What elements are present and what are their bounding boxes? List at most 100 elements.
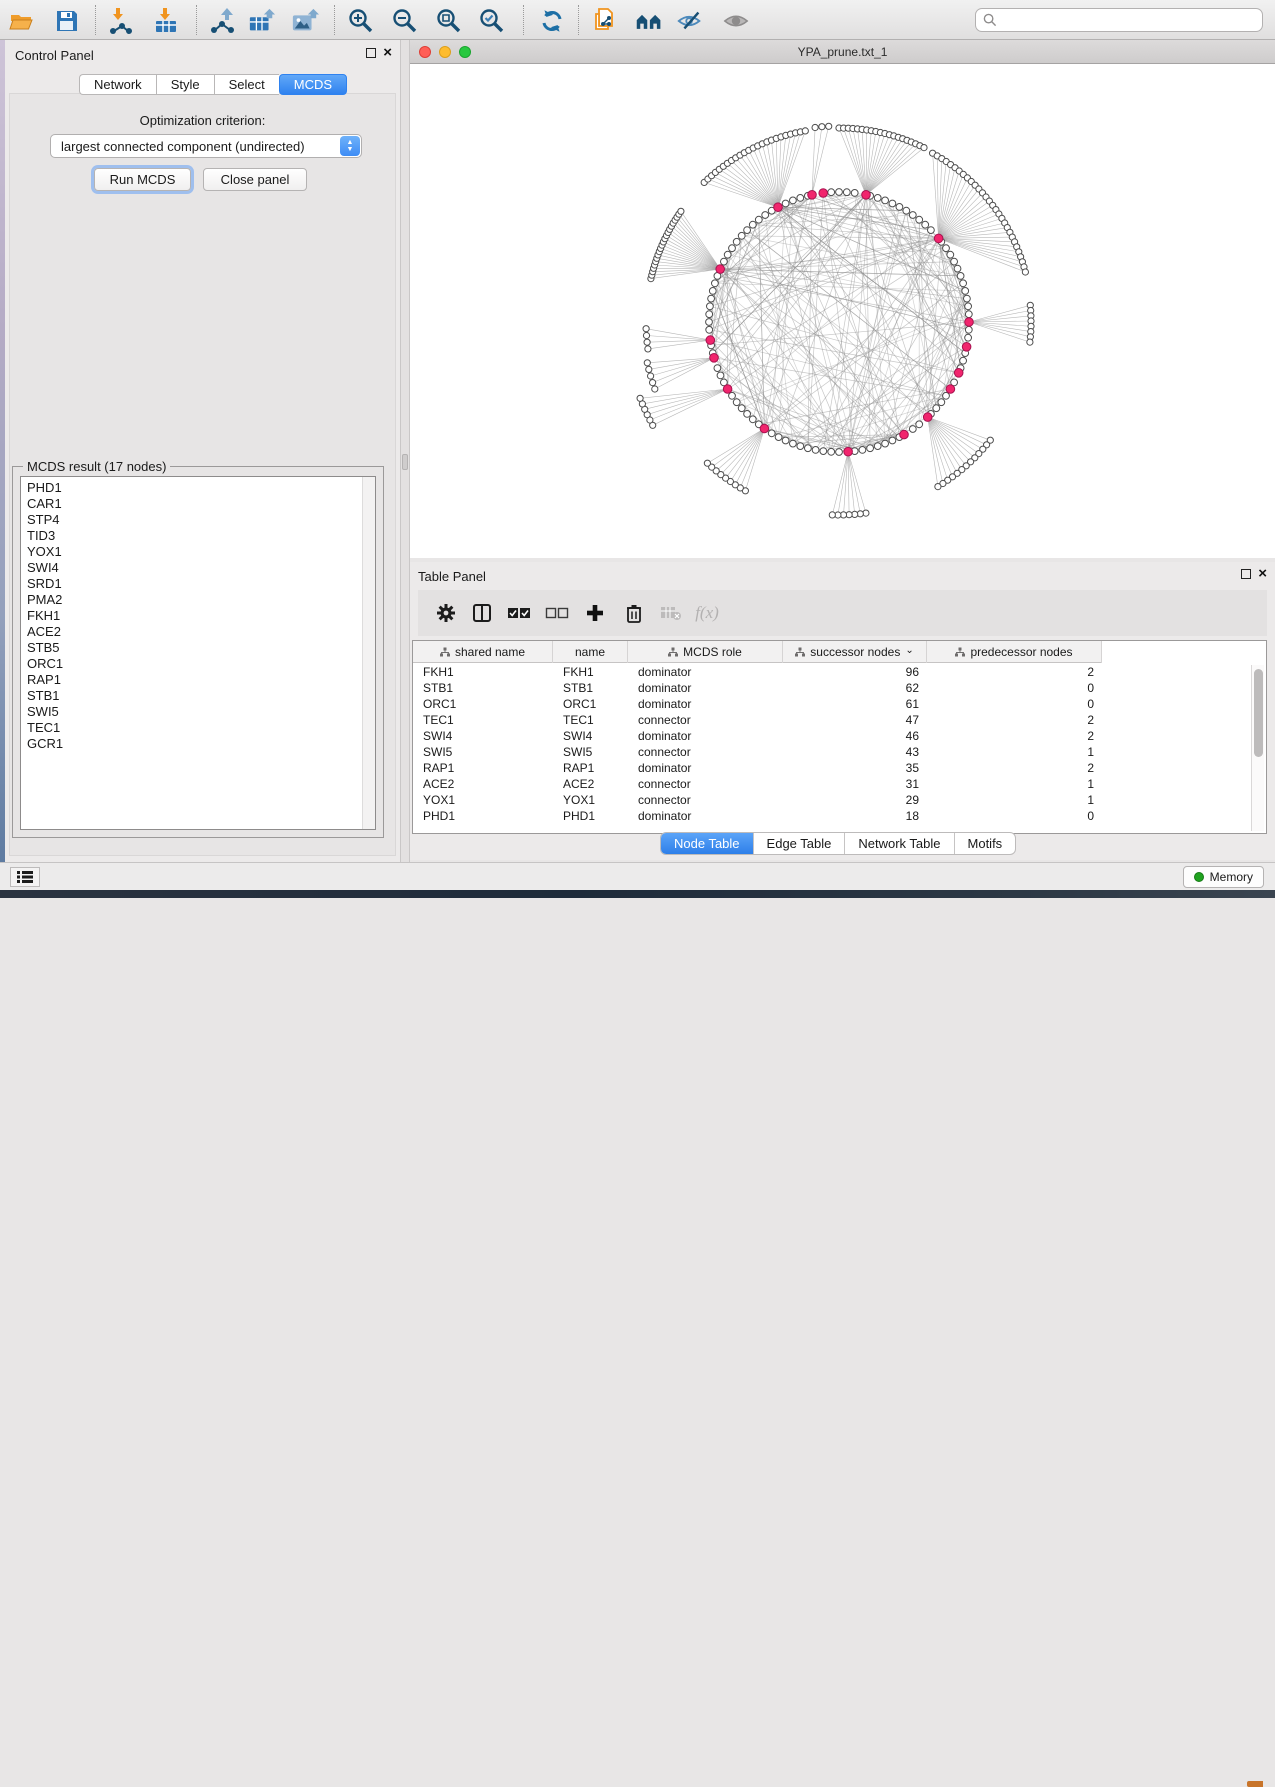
table-row[interactable]: SWI4SWI4dominator462 bbox=[413, 728, 1102, 744]
table-cell[interactable]: 31 bbox=[783, 776, 927, 792]
table-cell[interactable]: 61 bbox=[783, 696, 927, 712]
table-row[interactable]: SWI5SWI5connector431 bbox=[413, 744, 1102, 760]
table-cell[interactable]: PHD1 bbox=[413, 808, 553, 824]
delete-table-icon[interactable] bbox=[657, 599, 685, 627]
table-cell[interactable]: TEC1 bbox=[553, 712, 628, 728]
column-header-name[interactable]: name bbox=[553, 641, 628, 663]
tab-mcds[interactable]: MCDS bbox=[279, 74, 347, 95]
export-image-icon[interactable] bbox=[291, 7, 319, 35]
result-node-item[interactable]: FKH1 bbox=[27, 608, 63, 624]
table-row[interactable]: ACE2ACE2connector311 bbox=[413, 776, 1102, 792]
table-cell[interactable]: dominator bbox=[628, 696, 783, 712]
zoom-fit-icon[interactable] bbox=[435, 7, 463, 35]
splitter-handle-icon[interactable] bbox=[402, 454, 408, 470]
float-table-panel-icon[interactable] bbox=[1241, 569, 1251, 579]
result-node-item[interactable]: ACE2 bbox=[27, 624, 63, 640]
result-node-item[interactable]: TID3 bbox=[27, 528, 63, 544]
table-cell[interactable]: 62 bbox=[783, 680, 927, 696]
show-columns-icon[interactable] bbox=[468, 599, 496, 627]
table-cell[interactable]: 46 bbox=[783, 728, 927, 744]
tab-select[interactable]: Select bbox=[214, 74, 279, 95]
close-panel-icon[interactable]: × bbox=[383, 48, 392, 58]
table-cell[interactable]: FKH1 bbox=[553, 664, 628, 680]
tab-style[interactable]: Style bbox=[156, 74, 214, 95]
result-list-scrollbar[interactable] bbox=[362, 477, 375, 829]
deselect-all-checkboxes-icon[interactable] bbox=[543, 599, 571, 627]
table-cell[interactable]: RAP1 bbox=[413, 760, 553, 776]
table-cell[interactable]: connector bbox=[628, 744, 783, 760]
table-cell[interactable]: 35 bbox=[783, 760, 927, 776]
column-header-shared-name[interactable]: shared name bbox=[413, 641, 553, 663]
table-cell[interactable]: 96 bbox=[783, 664, 927, 680]
table-cell[interactable]: 2 bbox=[927, 712, 1102, 728]
add-column-icon[interactable] bbox=[581, 599, 609, 627]
refresh-view-icon[interactable] bbox=[538, 7, 566, 35]
table-scrollbar-thumb[interactable] bbox=[1254, 669, 1263, 757]
table-cell[interactable]: SWI4 bbox=[413, 728, 553, 744]
zoom-selected-icon[interactable] bbox=[478, 7, 506, 35]
result-node-item[interactable]: PHD1 bbox=[27, 480, 63, 496]
table-cell[interactable]: TEC1 bbox=[413, 712, 553, 728]
result-node-item[interactable]: YOX1 bbox=[27, 544, 63, 560]
result-node-item[interactable]: SWI4 bbox=[27, 560, 63, 576]
table-cell[interactable]: SWI4 bbox=[553, 728, 628, 744]
tab-network-table[interactable]: Network Table bbox=[845, 833, 954, 854]
show-all-icon[interactable] bbox=[722, 7, 750, 35]
table-cell[interactable]: SWI5 bbox=[413, 744, 553, 760]
function-builder-icon[interactable]: f(x) bbox=[693, 599, 721, 627]
tab-network[interactable]: Network bbox=[79, 74, 156, 95]
table-cell[interactable]: dominator bbox=[628, 664, 783, 680]
table-cell[interactable]: connector bbox=[628, 712, 783, 728]
table-cell[interactable]: 0 bbox=[927, 808, 1102, 824]
result-node-item[interactable]: TEC1 bbox=[27, 720, 63, 736]
result-node-item[interactable]: CAR1 bbox=[27, 496, 63, 512]
table-cell[interactable]: PHD1 bbox=[553, 808, 628, 824]
table-cell[interactable]: ACE2 bbox=[413, 776, 553, 792]
table-cell[interactable]: YOX1 bbox=[553, 792, 628, 808]
export-network-icon[interactable] bbox=[209, 7, 237, 35]
table-row[interactable]: TEC1TEC1connector472 bbox=[413, 712, 1102, 728]
tab-motifs[interactable]: Motifs bbox=[955, 833, 1016, 854]
table-cell[interactable]: 1 bbox=[927, 744, 1102, 760]
table-cell[interactable]: 43 bbox=[783, 744, 927, 760]
table-cell[interactable]: 2 bbox=[927, 664, 1102, 680]
table-cell[interactable]: ORC1 bbox=[553, 696, 628, 712]
network-titlebar[interactable]: YPA_prune.txt_1 bbox=[410, 40, 1275, 64]
table-cell[interactable]: 29 bbox=[783, 792, 927, 808]
table-cell[interactable]: 1 bbox=[927, 776, 1102, 792]
result-node-item[interactable]: ORC1 bbox=[27, 656, 63, 672]
table-cell[interactable]: YOX1 bbox=[413, 792, 553, 808]
result-node-item[interactable]: STP4 bbox=[27, 512, 63, 528]
table-cell[interactable]: FKH1 bbox=[413, 664, 553, 680]
table-cell[interactable]: connector bbox=[628, 776, 783, 792]
table-cell[interactable]: 1 bbox=[927, 792, 1102, 808]
column-header-predecessor-nodes[interactable]: predecessor nodes bbox=[927, 641, 1102, 663]
optimization-select[interactable]: largest connected component (undirected)… bbox=[50, 134, 362, 158]
tab-edge-table[interactable]: Edge Table bbox=[754, 833, 846, 854]
save-session-icon[interactable] bbox=[53, 7, 81, 35]
table-row[interactable]: ORC1ORC1dominator610 bbox=[413, 696, 1102, 712]
result-node-item[interactable]: SRD1 bbox=[27, 576, 63, 592]
network-graph[interactable] bbox=[410, 64, 1275, 558]
table-cell[interactable]: ORC1 bbox=[413, 696, 553, 712]
result-node-item[interactable]: PMA2 bbox=[27, 592, 63, 608]
table-row[interactable]: RAP1RAP1dominator352 bbox=[413, 760, 1102, 776]
tab-node-table[interactable]: Node Table bbox=[661, 833, 754, 854]
first-neighbors-icon[interactable] bbox=[635, 7, 663, 35]
settings-gear-icon[interactable] bbox=[432, 599, 460, 627]
table-row[interactable]: STB1STB1dominator620 bbox=[413, 680, 1102, 696]
table-cell[interactable]: dominator bbox=[628, 808, 783, 824]
table-cell[interactable]: 0 bbox=[927, 696, 1102, 712]
import-table-icon[interactable] bbox=[152, 7, 180, 35]
float-panel-icon[interactable] bbox=[366, 48, 376, 58]
memory-button[interactable]: Memory bbox=[1183, 866, 1264, 888]
close-table-panel-icon[interactable]: × bbox=[1258, 569, 1267, 579]
table-cell[interactable]: RAP1 bbox=[553, 760, 628, 776]
result-node-item[interactable]: SWI5 bbox=[27, 704, 63, 720]
run-mcds-button[interactable]: Run MCDS bbox=[94, 168, 191, 191]
search-input[interactable] bbox=[975, 8, 1263, 32]
table-cell[interactable]: dominator bbox=[628, 760, 783, 776]
result-node-item[interactable]: STB5 bbox=[27, 640, 63, 656]
hide-selected-icon[interactable] bbox=[676, 7, 704, 35]
table-cell[interactable]: 2 bbox=[927, 728, 1102, 744]
